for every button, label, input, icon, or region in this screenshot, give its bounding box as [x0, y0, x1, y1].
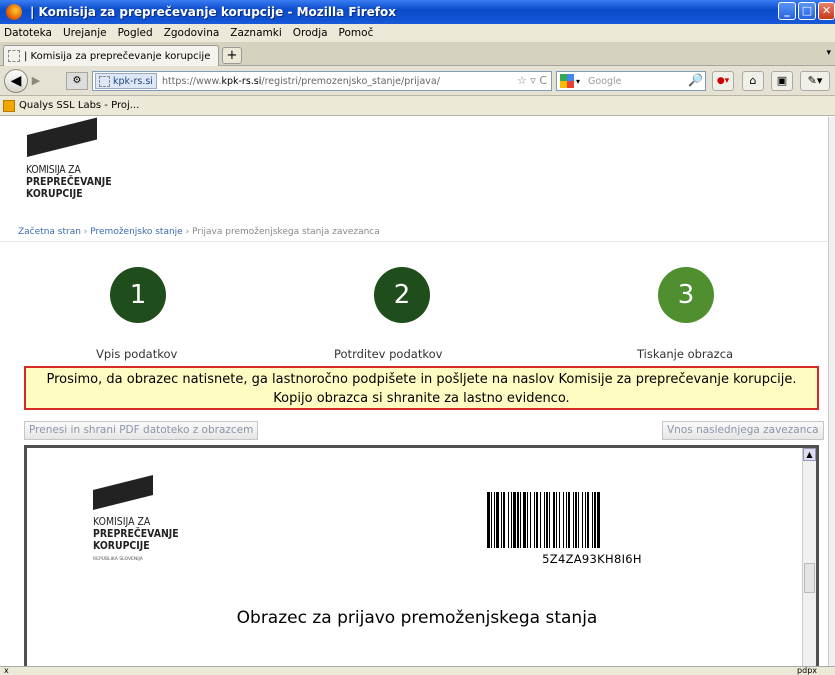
menu-orodja[interactable]: Orodja [293, 27, 328, 39]
menu-pomoc[interactable]: Pomoč [339, 27, 374, 39]
barcode-bar [600, 492, 601, 548]
breadcrumb-home[interactable]: Začetna stran [18, 227, 81, 237]
pdf-preview-frame[interactable]: KOMISIJA ZA PREPREČEVANJE KORUPCIJE REPU… [24, 445, 819, 666]
logo-bar-icon [27, 117, 97, 157]
window-title: | Komisija za preprečevanje korupcije - … [30, 5, 396, 19]
step-2-label: Potrditev podatkov [334, 347, 443, 361]
breadcrumb-current: Prijava premoženjskega stanja zavezanca [192, 227, 380, 237]
new-tab-button[interactable]: + [222, 47, 242, 64]
navigation-toolbar: ◀ ▶ ⚙ kpk-rs.si https://www.kpk-rs.si/re… [0, 66, 835, 96]
step-1-circle: 1 [110, 267, 166, 323]
back-button[interactable]: ◀ [4, 69, 28, 93]
step-3-circle: 3 [658, 267, 714, 323]
step-1-label: Vpis podatkov [96, 347, 178, 361]
download-pdf-button[interactable]: Prenesi in shrani PDF datoteko z obrazce… [24, 421, 259, 440]
page-content: KOMISIJA ZA PREPREČEVANJE KORUPCIJE Zače… [0, 117, 828, 666]
search-engine-dropdown-icon[interactable]: ▾ [576, 77, 580, 86]
addon-icon[interactable]: ▣ [771, 71, 793, 91]
menu-pogled[interactable]: Pogled [118, 27, 153, 39]
adblock-icon[interactable]: ●▾ [712, 71, 734, 91]
google-icon[interactable] [560, 74, 574, 88]
bookmark-qualys[interactable]: Qualys SSL Labs - Proj... [19, 100, 139, 111]
site-identity-button[interactable]: ⚙ [66, 72, 88, 90]
search-placeholder: Google [588, 75, 622, 87]
site-favicon-icon [99, 75, 110, 87]
republic-label: REPUBLIKA SLOVENIJA [93, 557, 143, 562]
next-obligor-button[interactable]: Vnos naslednjega zavezanca [662, 421, 824, 440]
identity-box[interactable]: kpk-rs.si [95, 73, 157, 89]
bookmarks-toolbar: Qualys SSL Labs - Proj... [0, 96, 835, 116]
home-icon[interactable]: ⌂ [742, 71, 764, 91]
status-bar: x pdpx [0, 666, 835, 675]
scroll-thumb[interactable] [804, 563, 815, 593]
barcode [487, 492, 697, 548]
tab-kpk[interactable]: | Komisija za preprečevanje korupcije [3, 45, 219, 66]
search-bar[interactable]: ▾ Google [556, 71, 706, 91]
breadcrumb: Začetna stran › Premoženjsko stanje › Pr… [18, 227, 380, 237]
url-text: https://www.kpk-rs.si/registri/premozenj… [161, 75, 440, 87]
bookmark-star-icon[interactable]: ☆ ▿ C [517, 74, 547, 87]
bookmark-lock-icon [3, 99, 15, 112]
breadcrumb-section[interactable]: Premoženjsko stanje [90, 227, 182, 237]
identity-label: kpk-rs.si [113, 75, 153, 87]
menu-datoteka[interactable]: Datoteka [4, 27, 52, 39]
menu-bar: Datoteka Urejanje Pogled Zgodovina Zazna… [0, 24, 835, 42]
step-2-circle: 2 [374, 267, 430, 323]
page-favicon-icon [8, 50, 20, 62]
page-scrollbar[interactable] [828, 117, 835, 666]
search-magnifier-icon[interactable]: 🔎 [688, 73, 703, 87]
print-notice: Prosimo, da obrazec natisnete, ga lastno… [24, 366, 819, 410]
tab-bar: | Komisija za preprečevanje korupcije + … [0, 42, 835, 66]
document-logo: KOMISIJA ZA PREPREČEVANJE KORUPCIJE REPU… [93, 475, 194, 562]
maximize-button[interactable]: □ [798, 2, 816, 20]
menu-zaznamki[interactable]: Zaznamki [230, 27, 281, 39]
barcode-text: 5Z4ZA93KH8I6H [542, 552, 642, 566]
menu-zgodovina[interactable]: Zgodovina [164, 27, 220, 39]
kpk-logo[interactable]: KOMISIJA ZA PREPREČEVANJE KORUPCIJE [26, 117, 127, 200]
firefox-logo-icon [6, 4, 22, 20]
url-bar[interactable]: kpk-rs.si https://www.kpk-rs.si/registri… [92, 71, 552, 91]
close-button[interactable]: ✕ [818, 2, 835, 20]
document-logo-bar-icon [93, 475, 153, 510]
divider [0, 241, 828, 242]
form-title: Obrazec za prijavo premoženjskega stanja [236, 608, 598, 628]
tab-label: | Komisija za preprečevanje korupcije [24, 50, 211, 62]
minimize-button[interactable]: _ [778, 2, 796, 20]
tools-icon[interactable]: ✎▾ [800, 71, 830, 91]
forward-button[interactable]: ▶ [28, 73, 44, 89]
step-3-label: Tiskanje obrazca [637, 347, 734, 361]
scroll-up-icon[interactable]: ▲ [803, 448, 816, 461]
tab-list-icon[interactable]: ▾ [826, 48, 831, 58]
window-titlebar: | Komisija za preprečevanje korupcije - … [0, 0, 835, 24]
menu-urejanje[interactable]: Urejanje [63, 27, 107, 39]
frame-scrollbar[interactable]: ▲ [802, 448, 816, 666]
